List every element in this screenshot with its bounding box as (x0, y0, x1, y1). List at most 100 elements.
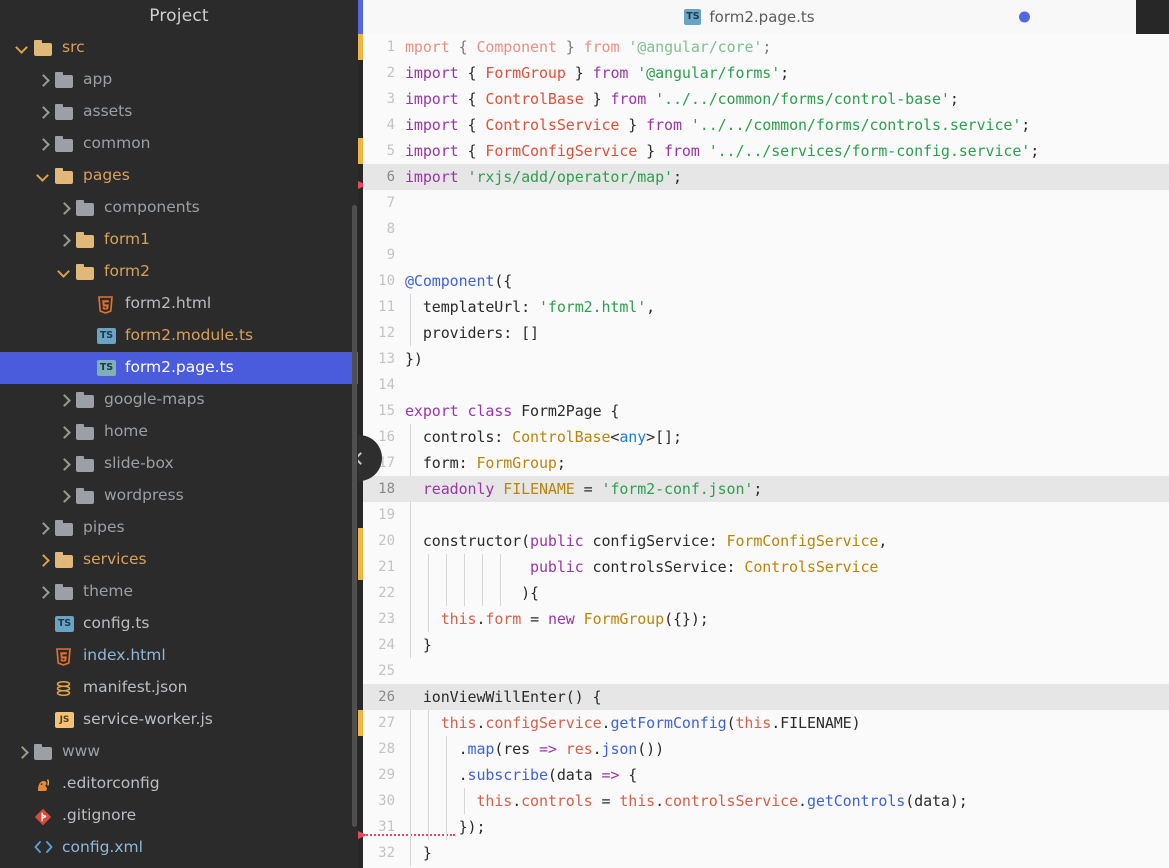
tree-item-form2-module-ts[interactable]: TS form2.module.ts (0, 320, 358, 352)
tree-item-index-html[interactable]: index.html (0, 640, 358, 672)
code-line[interactable]: 28 .map(res => res.json()) (363, 736, 1169, 762)
code-line[interactable]: 23 this.form = new FormGroup({}); (363, 606, 1169, 632)
code-line[interactable]: 22 ){ (363, 580, 1169, 606)
code-line[interactable]: 27 this.configService.getFormConfig(this… (363, 710, 1169, 736)
code-line[interactable]: 19 (363, 502, 1169, 528)
line-number: 20 (378, 533, 395, 549)
sidebar-title: Project (149, 6, 209, 26)
chevron-down-icon[interactable] (35, 168, 51, 184)
code-text: ionViewWillEnter() { (405, 688, 602, 706)
tree-item-google-maps[interactable]: google-maps (0, 384, 358, 416)
tree-item-common[interactable]: common (0, 128, 358, 160)
tree-item-form2-page-ts[interactable]: TS form2.page.ts (0, 352, 358, 384)
chevron-right-icon[interactable] (56, 200, 72, 216)
chevron-right-icon[interactable] (35, 72, 51, 88)
code-line[interactable]: 6 import 'rxjs/add/operator/map'; (363, 164, 1169, 190)
code-text: @Component({ (405, 272, 513, 290)
chevron-right-icon[interactable] (56, 232, 72, 248)
line-number: 15 (378, 403, 395, 419)
chevron-right-icon[interactable] (14, 744, 30, 760)
tree-item-label: assets (83, 102, 133, 121)
code-line[interactable]: 10 @Component({ (363, 268, 1169, 294)
tree-item-form1[interactable]: form1 (0, 224, 358, 256)
code-line[interactable]: 3 import { ControlBase } from '../../comm… (363, 86, 1169, 112)
tree-item-src[interactable]: src (0, 32, 358, 64)
code-line[interactable]: 13}) (363, 346, 1169, 372)
code-line[interactable]: 29 .subscribe(data => { (363, 762, 1169, 788)
code-line[interactable]: 16 controls: ControlBase<any>[]; (363, 424, 1169, 450)
code-line[interactable]: 5 import { FormConfigService } from '../.… (363, 138, 1169, 164)
code-line[interactable]: 1 mport { Component } from '@angular/core… (363, 34, 1169, 60)
tree-item-label: pages (83, 166, 130, 185)
line-number: 13 (378, 351, 395, 367)
code-line[interactable]: 26 ionViewWillEnter() { (363, 684, 1169, 710)
chevron-right-icon[interactable] (35, 584, 51, 600)
code-editor-panel: TS form2.page.ts 1 mport { Component } fr… (358, 0, 1169, 868)
chevron-right-icon[interactable] (56, 456, 72, 472)
line-number: 4 (386, 117, 395, 133)
tree-item-pages[interactable]: pages (0, 160, 358, 192)
chevron-down-icon[interactable] (56, 264, 72, 280)
code-line[interactable]: 4 import { ControlsService } from '../../… (363, 112, 1169, 138)
sidebar-scrollbar[interactable] (352, 205, 357, 827)
code-line[interactable]: 7 (363, 190, 1169, 216)
tree-item-assets[interactable]: assets (0, 96, 358, 128)
code-line[interactable]: 11 templateUrl: 'form2.html', (363, 294, 1169, 320)
chevron-right-icon[interactable] (35, 136, 51, 152)
tree-item-app[interactable]: app (0, 64, 358, 96)
code-line[interactable]: 2 import { FormGroup } from '@angular/for… (363, 60, 1169, 86)
line-number: 29 (378, 767, 395, 783)
line-number: 3 (386, 91, 395, 107)
code-line[interactable]: 25 (363, 658, 1169, 684)
code-line[interactable]: 12 providers: [] (363, 320, 1169, 346)
chevron-right-icon[interactable] (35, 552, 51, 568)
code-text: .subscribe(data => { (405, 766, 638, 784)
code-line[interactable]: 15 export class Form2Page { (363, 398, 1169, 424)
tree-item-label: wordpress (104, 486, 184, 505)
tree-item-pipes[interactable]: pipes (0, 512, 358, 544)
chevron-right-icon[interactable] (56, 392, 72, 408)
tree-item-theme[interactable]: theme (0, 576, 358, 608)
folder-open-icon (34, 39, 53, 57)
tree-item-form2[interactable]: form2 (0, 256, 358, 288)
chevron-down-icon[interactable] (14, 40, 30, 56)
tree-item-services[interactable]: services (0, 544, 358, 576)
tree-item-gitignore[interactable]: .gitignore (0, 800, 358, 832)
chevron-right-icon[interactable] (35, 520, 51, 536)
code-content-area[interactable]: 1 mport { Component } from '@angular/core… (358, 34, 1169, 868)
code-line[interactable]: 32 } (363, 840, 1169, 866)
code-line[interactable]: 21 public controlsService: ControlsServi… (363, 554, 1169, 580)
tree-item-service-worker-js[interactable]: JS service-worker.js (0, 704, 358, 736)
editor-tab-form2-page-ts[interactable]: TS form2.page.ts (363, 0, 1136, 34)
chevron-right-icon[interactable] (56, 488, 72, 504)
code-line[interactable]: 8 (363, 216, 1169, 242)
tree-item-home[interactable]: home (0, 416, 358, 448)
tree-item-slide-box[interactable]: slide-box (0, 448, 358, 480)
file-tree[interactable]: src app assets common pages components form1 fo… (0, 32, 358, 864)
tree-item-form2-html[interactable]: form2.html (0, 288, 358, 320)
tree-item-config-xml[interactable]: config.xml (0, 832, 358, 864)
code-lines[interactable]: 1 mport { Component } from '@angular/core… (363, 34, 1169, 868)
tree-item-config-ts[interactable]: TS config.ts (0, 608, 358, 640)
tree-item-label: slide-box (104, 454, 174, 473)
code-line[interactable]: 24 } (363, 632, 1169, 658)
chevron-right-icon[interactable] (35, 104, 51, 120)
tree-item-manifest-json[interactable]: manifest.json (0, 672, 358, 704)
chevron-right-icon[interactable] (56, 424, 72, 440)
html5-icon (55, 647, 74, 666)
code-text: public controlsService: ControlsService (530, 558, 879, 576)
code-line[interactable]: 20 constructor(public configService: For… (363, 528, 1169, 554)
tree-item-wordpress[interactable]: wordpress (0, 480, 358, 512)
code-line[interactable]: 14 (363, 372, 1169, 398)
code-line[interactable]: 9 (363, 242, 1169, 268)
code-text: this.configService.getFormConfig(this.FI… (440, 714, 861, 732)
tree-item-editorconfig[interactable]: .editorconfig (0, 768, 358, 800)
folder-open-icon (76, 231, 95, 249)
line-number: 12 (378, 325, 395, 341)
tree-item-www[interactable]: www (0, 736, 358, 768)
code-line[interactable]: 30 this.controls = this.controlsService.… (363, 788, 1169, 814)
code-line[interactable]: 31 }); (363, 814, 1169, 840)
tree-item-components[interactable]: components (0, 192, 358, 224)
code-line[interactable]: 18 readonly FILENAME = 'form2-conf.json'… (363, 476, 1169, 502)
code-line[interactable]: 17 form: FormGroup; (363, 450, 1169, 476)
